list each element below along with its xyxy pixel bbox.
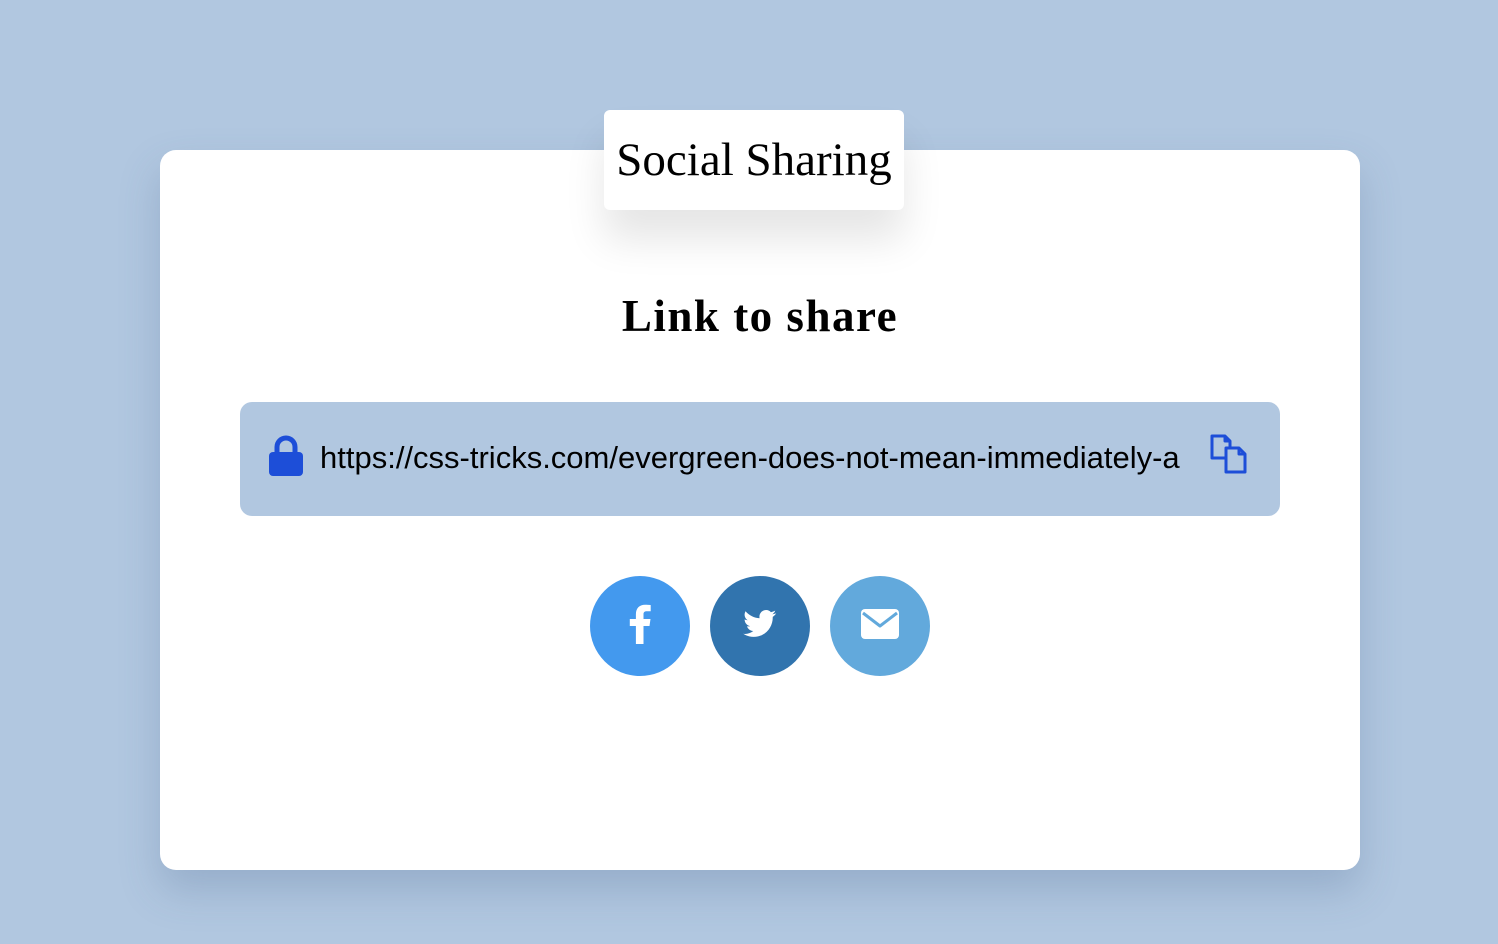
twitter-share-button[interactable]: [710, 576, 810, 676]
email-share-button[interactable]: [830, 576, 930, 676]
page: Social Sharing Link to share https://css…: [0, 0, 1498, 944]
section-heading: Link to share: [621, 291, 899, 341]
facebook-icon: [628, 604, 652, 649]
facebook-share-button[interactable]: [590, 576, 690, 676]
envelope-icon: [860, 608, 900, 645]
card-title: Social Sharing: [604, 110, 904, 210]
share-link-field[interactable]: https://css-tricks.com/evergreen-does-no…: [240, 402, 1280, 516]
share-url-input[interactable]: https://css-tricks.com/evergreen-does-no…: [320, 436, 1200, 480]
lock-icon: [268, 435, 304, 477]
copy-icon[interactable]: [1208, 432, 1252, 476]
twitter-icon: [743, 609, 777, 643]
